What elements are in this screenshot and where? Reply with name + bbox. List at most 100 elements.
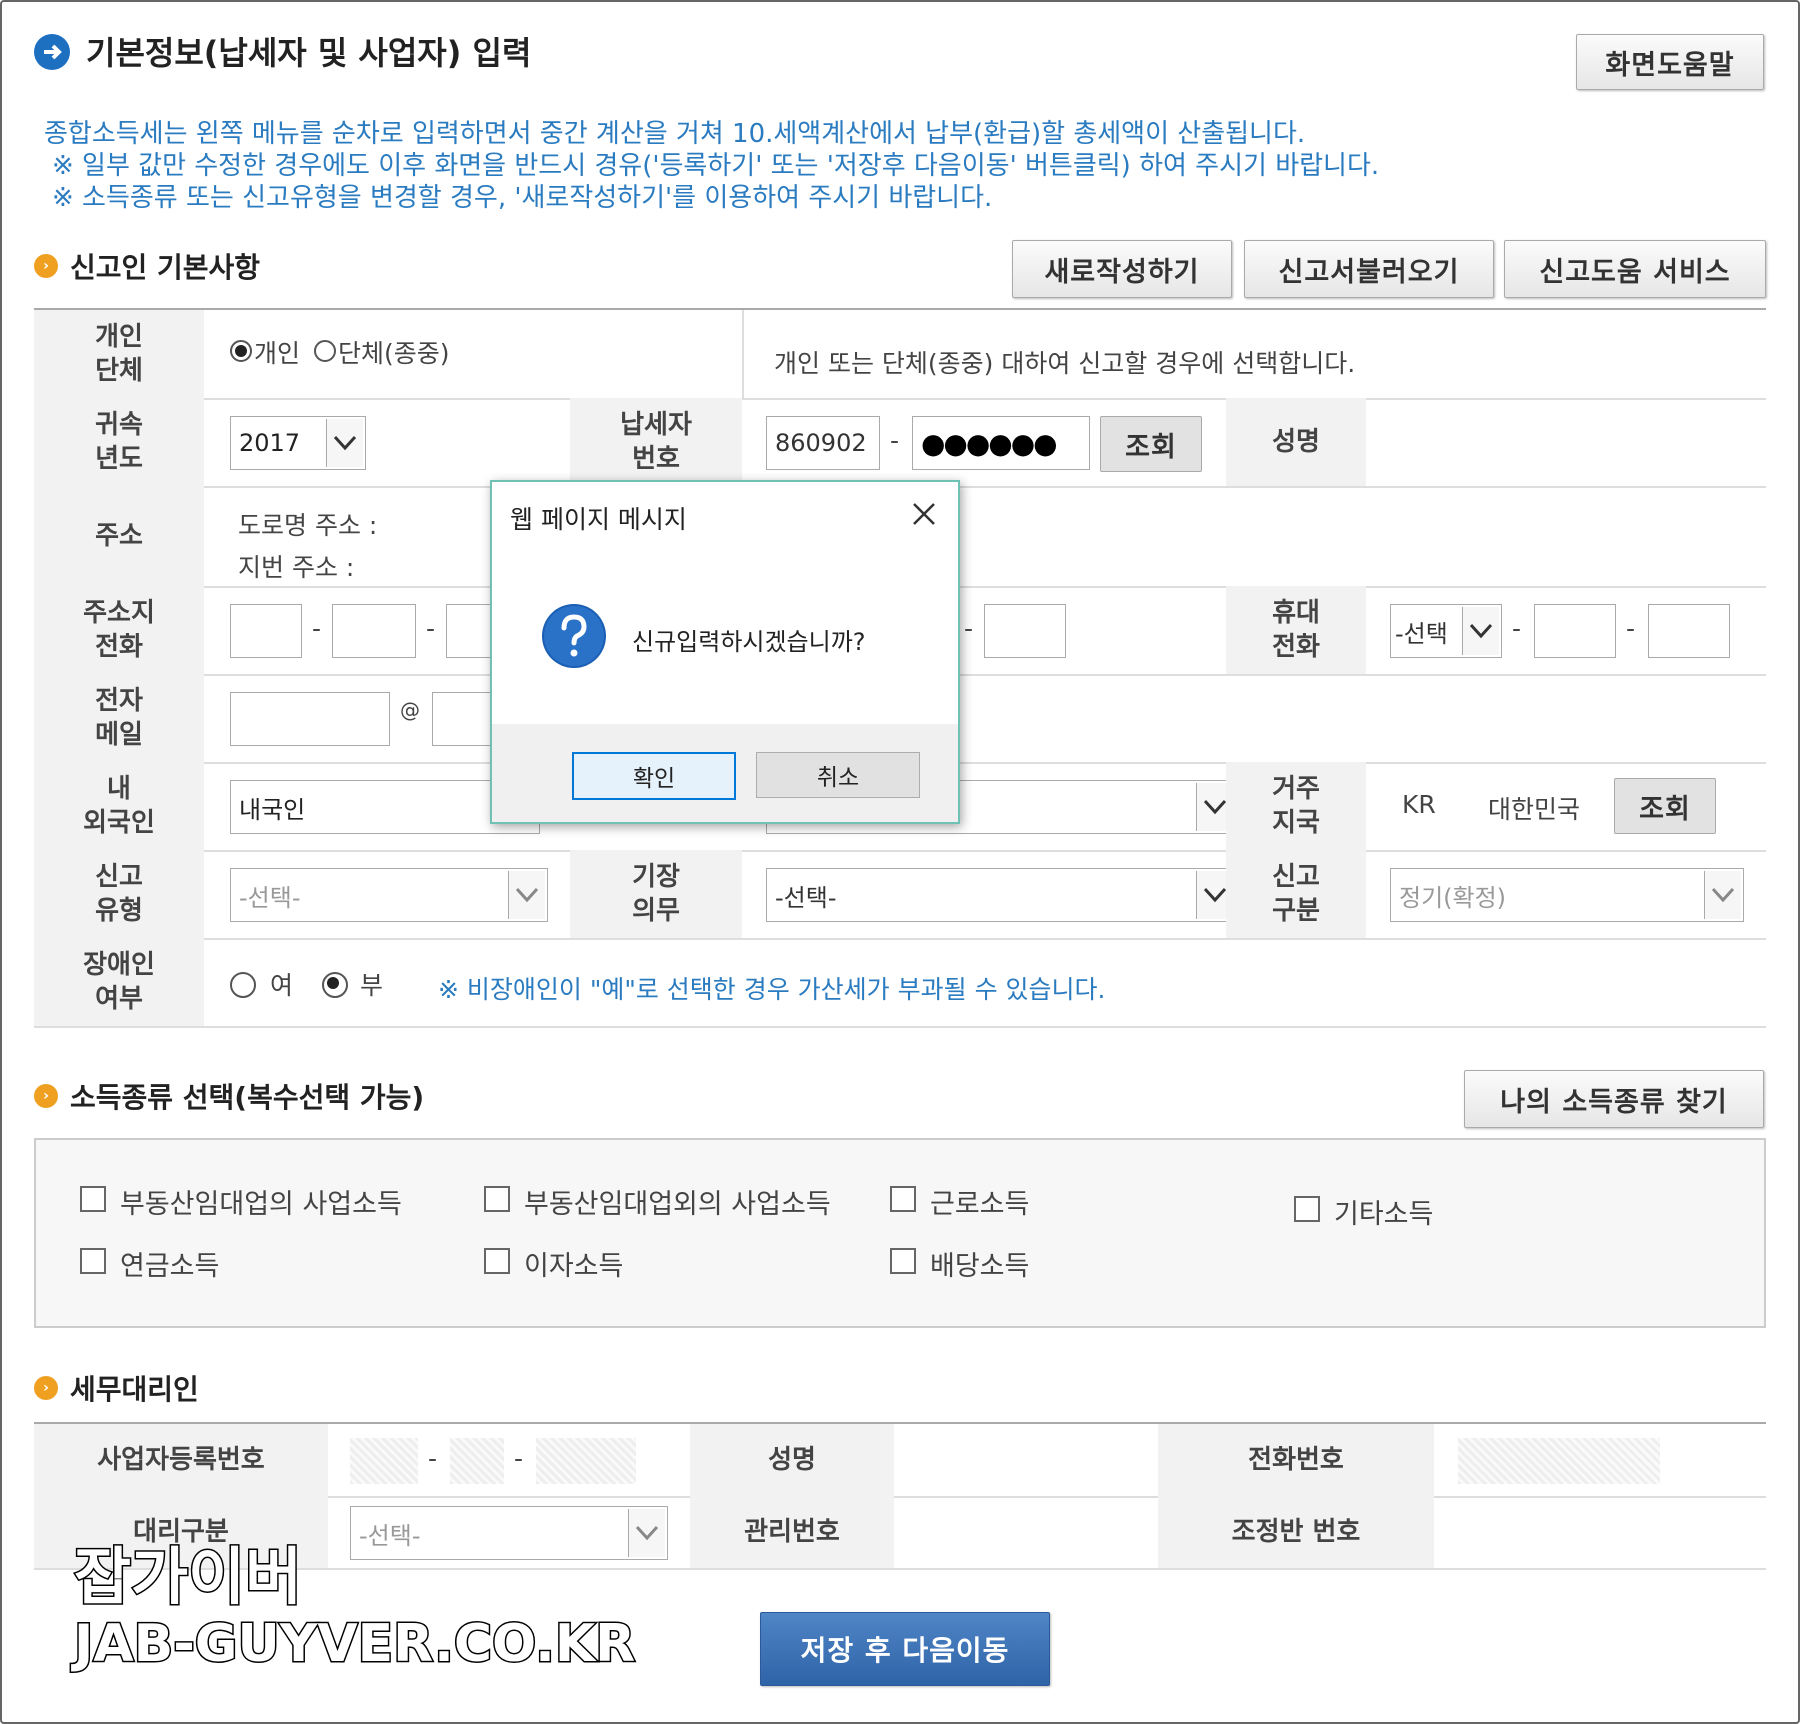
- label-residence-country: 거주 지국: [1226, 762, 1366, 850]
- find-income-button[interactable]: 나의 소득종류 찾기: [1464, 1070, 1764, 1128]
- page-title: 기본정보(납세자 및 사업자) 입력: [86, 34, 532, 72]
- radio-disabled-no[interactable]: [322, 972, 348, 998]
- label-nationality: 내 외국인: [34, 762, 204, 850]
- table-row: 신고 유형 -선택- 기장 의무 -선택- 신고 구분 정기(확정): [34, 850, 1766, 940]
- label-agent-phone: 전화번호: [1158, 1424, 1434, 1496]
- income-item-label: 연금소득: [120, 1251, 220, 1282]
- chevron-down-icon: [628, 1509, 665, 1557]
- header-arrow-icon: [34, 34, 70, 70]
- biz-no-part2: [450, 1438, 504, 1484]
- label-bookkeeping: 기장 의무: [570, 850, 742, 938]
- label-taxpayer-no: 납세자 번호: [570, 398, 742, 486]
- checkbox-pension[interactable]: [80, 1248, 106, 1274]
- info-line-2: ※ 일부 값만 수정한 경우에도 이후 화면을 반드시 경유('등록하기' 또는…: [52, 151, 1380, 181]
- lot-address-label: 지번 주소 :: [238, 553, 355, 582]
- radio-disabled-yes[interactable]: [230, 972, 256, 998]
- label-home-phone: 주소지 전화: [34, 586, 204, 674]
- mobile-mid-input[interactable]: [1534, 604, 1616, 658]
- country-code: KR: [1402, 790, 1436, 819]
- chevron-down-icon: [326, 419, 363, 467]
- question-icon: [540, 602, 608, 670]
- chevron-down-icon: [508, 871, 545, 919]
- label-agent-name: 성명: [690, 1424, 894, 1496]
- ssn-lookup-button[interactable]: 조회: [1100, 416, 1202, 472]
- agent-section-title: › 세무대리인: [34, 1368, 199, 1408]
- income-item-label: 근로소득: [930, 1189, 1030, 1220]
- ssn-front-input[interactable]: 860902: [766, 416, 880, 470]
- phone-area-input[interactable]: [230, 604, 302, 658]
- help-service-button[interactable]: 신고도움 서비스: [1504, 240, 1766, 298]
- table-row: 귀속 년도 2017 납세자 번호 860902 - ●●●●●● 조회 성명: [34, 398, 1766, 488]
- income-item-label: 기타소득: [1334, 1199, 1434, 1230]
- save-next-button[interactable]: 저장 후 다음이동: [760, 1612, 1050, 1686]
- new-form-button[interactable]: 새로작성하기: [1012, 240, 1232, 298]
- dialog-cancel-button[interactable]: 취소: [756, 752, 920, 798]
- watermark-line-2: JAB-GUYVER.CO.KR: [72, 1613, 636, 1676]
- chevron-down-icon: [1462, 607, 1499, 655]
- load-form-button[interactable]: 신고서불러오기: [1244, 240, 1494, 298]
- income-section-title: › 소득종류 선택(복수선택 가능): [34, 1076, 424, 1116]
- income-box: 부동산임대업의 사업소득 부동산임대업외의 사업소득 근로소득 기타소득 연금소…: [34, 1138, 1766, 1328]
- radio-individual[interactable]: [230, 340, 252, 362]
- close-icon[interactable]: [906, 496, 942, 532]
- country-name: 대한민국: [1488, 795, 1581, 824]
- dialog-title: 웹 페이지 메시지: [510, 505, 687, 534]
- income-item-label: 이자소득: [524, 1251, 624, 1282]
- radio-disabled-no-label: 부: [360, 971, 384, 1000]
- checkbox-dividend[interactable]: [890, 1248, 916, 1274]
- biz-no-part3: [536, 1438, 636, 1484]
- report-class-select[interactable]: 정기(확정): [1390, 868, 1744, 922]
- email-domain-input[interactable]: [432, 692, 492, 746]
- info-line-1: 종합소득세는 왼쪽 메뉴를 순차로 입력하면서 중간 계산을 거쳐 10.세액계…: [44, 119, 1306, 149]
- agent-phone-field: [1458, 1438, 1660, 1484]
- country-lookup-button[interactable]: 조회: [1614, 778, 1716, 834]
- help-button[interactable]: 화면도움말: [1576, 34, 1764, 90]
- income-item-label: 배당소득: [930, 1251, 1030, 1282]
- mobile-prefix-select[interactable]: -선택: [1390, 604, 1502, 658]
- label-mobile: 휴대 전화: [1226, 586, 1366, 674]
- chevron-down-icon: [1704, 871, 1741, 919]
- checkbox-interest[interactable]: [484, 1248, 510, 1274]
- at-sign: @: [400, 698, 420, 722]
- label-email: 전자 메일: [34, 674, 204, 762]
- section-bullet-icon: ›: [34, 1376, 58, 1400]
- report-type-select[interactable]: -선택-: [230, 868, 548, 922]
- radio-group-label: 단체(종중): [338, 339, 450, 368]
- year-select[interactable]: 2017: [230, 416, 366, 470]
- mobile-last-input[interactable]: [1648, 604, 1730, 658]
- label-report-type: 신고 유형: [34, 850, 204, 938]
- label-disabled: 장애인 여부: [34, 938, 204, 1026]
- ssn-back-input[interactable]: ●●●●●●: [912, 416, 1090, 470]
- label-address: 주소: [34, 486, 204, 586]
- dialog-ok-button[interactable]: 확인: [572, 752, 736, 800]
- radio-individual-label: 개인: [254, 339, 301, 368]
- phone-mid-input[interactable]: [332, 604, 416, 658]
- table-row: 사업자등록번호 - - 성명 전화번호: [34, 1424, 1766, 1498]
- section-bullet-icon: ›: [34, 254, 58, 278]
- bookkeeping-select[interactable]: -선택-: [766, 868, 1236, 922]
- message-dialog: 웹 페이지 메시지 신규입력하시겠습니까? 확인 취소: [490, 480, 960, 824]
- agent-type-select[interactable]: -선택-: [350, 1506, 668, 1560]
- checkbox-non-rental-business[interactable]: [484, 1186, 510, 1212]
- label-report-class: 신고 구분: [1226, 850, 1366, 938]
- page-frame: 기본정보(납세자 및 사업자) 입력 화면도움말 종합소득세는 왼쪽 메뉴를 순…: [0, 0, 1800, 1724]
- disabled-note: ※ 비장애인이 "예"로 선택한 경우 가산세가 부과될 수 있습니다.: [438, 975, 1106, 1004]
- radio-disabled-yes-label: 여: [270, 971, 294, 1000]
- radio-group[interactable]: [314, 340, 336, 362]
- info-line-3: ※ 소득종류 또는 신고유형을 변경할 경우, '새로작성하기'를 이용하여 주…: [52, 183, 993, 213]
- dialog-message: 신규입력하시겠습니까?: [632, 628, 866, 656]
- section-bullet-icon: ›: [34, 1084, 58, 1108]
- type-description: 개인 또는 단체(종중) 대하여 신고할 경우에 선택합니다.: [774, 349, 1356, 378]
- road-address-label: 도로명 주소 :: [238, 511, 378, 540]
- checkbox-other-income[interactable]: [1294, 1196, 1320, 1222]
- label-year: 귀속 년도: [34, 398, 204, 486]
- label-mgmt-no: 관리번호: [690, 1496, 894, 1568]
- label-type: 개인 단체: [34, 310, 204, 398]
- email-id-input[interactable]: [230, 692, 390, 746]
- table-row: 장애인 여부 여 부 ※ 비장애인이 "예"로 선택한 경우 가산세가 부과될 …: [34, 938, 1766, 1028]
- checkbox-earned-income[interactable]: [890, 1186, 916, 1212]
- checkbox-rental-business[interactable]: [80, 1186, 106, 1212]
- filer-section-title: › 신고인 기본사항: [34, 246, 260, 286]
- label-team-no: 조정반 번호: [1158, 1496, 1434, 1568]
- phone-ext-input[interactable]: [984, 604, 1066, 658]
